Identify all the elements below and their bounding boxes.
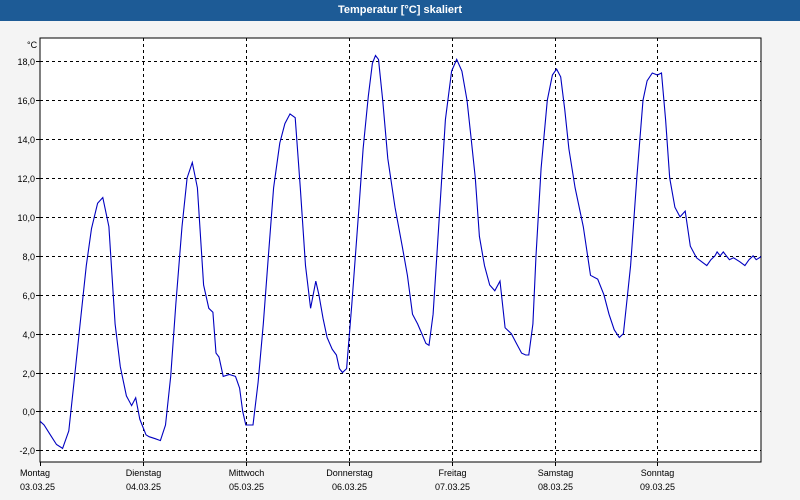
y-axis-unit: °C [27,40,38,50]
y-tick-label: 6,0 [22,291,35,301]
chart-title: Temperatur [°C] skaliert [0,0,800,21]
y-tick-label: 10,0 [17,213,35,223]
x-tick-label-day: Freitag [438,468,466,478]
y-tick-label: 0,0 [22,407,35,417]
x-tick-label-day: Samstag [538,468,574,478]
y-tick-label: 18,0 [17,57,35,67]
x-tick-label-day: Sonntag [641,468,675,478]
y-tick-label: 12,0 [17,174,35,184]
y-tick-label: 16,0 [17,96,35,106]
y-tick-label: 4,0 [22,330,35,340]
x-tick-label-day: Donnerstag [326,468,373,478]
x-tick-label-date: 06.03.25 [332,482,367,492]
x-tick-label-day: Montag [20,468,50,478]
plot-area [39,37,762,463]
chart-window: Temperatur [°C] skaliert °C -2,0 0,0 2,0 4,… [0,0,800,500]
x-tick-label-date: 04.03.25 [126,482,161,492]
y-tick-label: 8,0 [22,252,35,262]
x-tick-label-date: 08.03.25 [538,482,573,492]
y-tick-label: 14,0 [17,135,35,145]
x-tick-label-date: 05.03.25 [229,482,264,492]
temperature-chart: °C -2,0 0,0 2,0 4,0 6,0 8,0 10,0 12,0 14,0 16,0 18… [17,37,762,492]
axes: °C [27,40,38,50]
x-tick-label-day: Dienstag [126,468,162,478]
x-tick-label-day: Mittwoch [229,468,265,478]
y-tick-label: -2,0 [19,446,35,456]
x-tick-label-date: 09.03.25 [640,482,675,492]
plot-background [39,37,762,463]
y-tick-labels: -2,0 0,0 2,0 4,0 6,0 8,0 10,0 12,0 14,0 16,0 18,0 [17,57,35,456]
x-tick-label-date: 03.03.25 [20,482,55,492]
x-tick-labels: Montag 03.03.25 Dienstag 04.03.25 Mittwoch 05… [20,468,675,492]
x-tick-label-date: 07.03.25 [435,482,470,492]
y-tick-label: 2,0 [22,369,35,379]
